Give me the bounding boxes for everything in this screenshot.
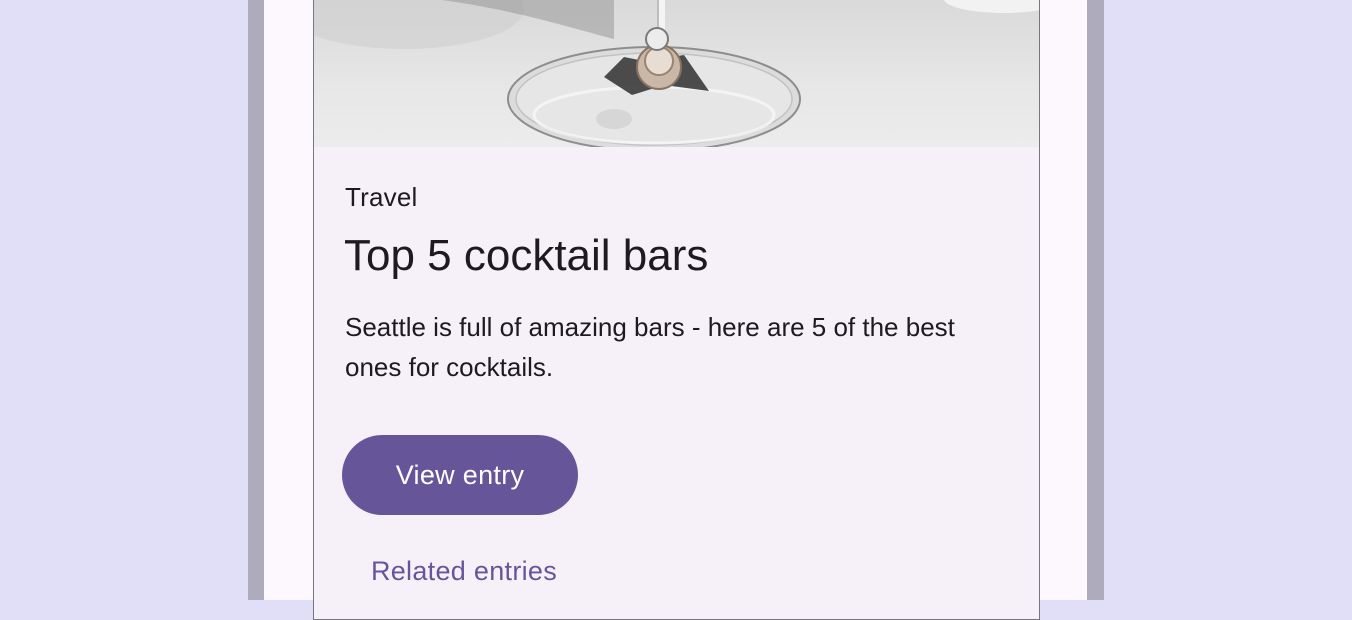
card-supporting-text: Seattle is full of amazing bars - here a… [345, 312, 955, 382]
content-card[interactable]: Travel Top 5 cocktail bars Seattle is fu… [313, 0, 1040, 620]
card-headline: Top 5 cocktail bars [344, 231, 709, 280]
card-overline: Travel [345, 182, 418, 212]
cocktail-glass-photo [314, 0, 1039, 147]
related-entries-button[interactable]: Related entries [342, 543, 586, 599]
view-entry-button[interactable]: View entry [342, 435, 578, 515]
